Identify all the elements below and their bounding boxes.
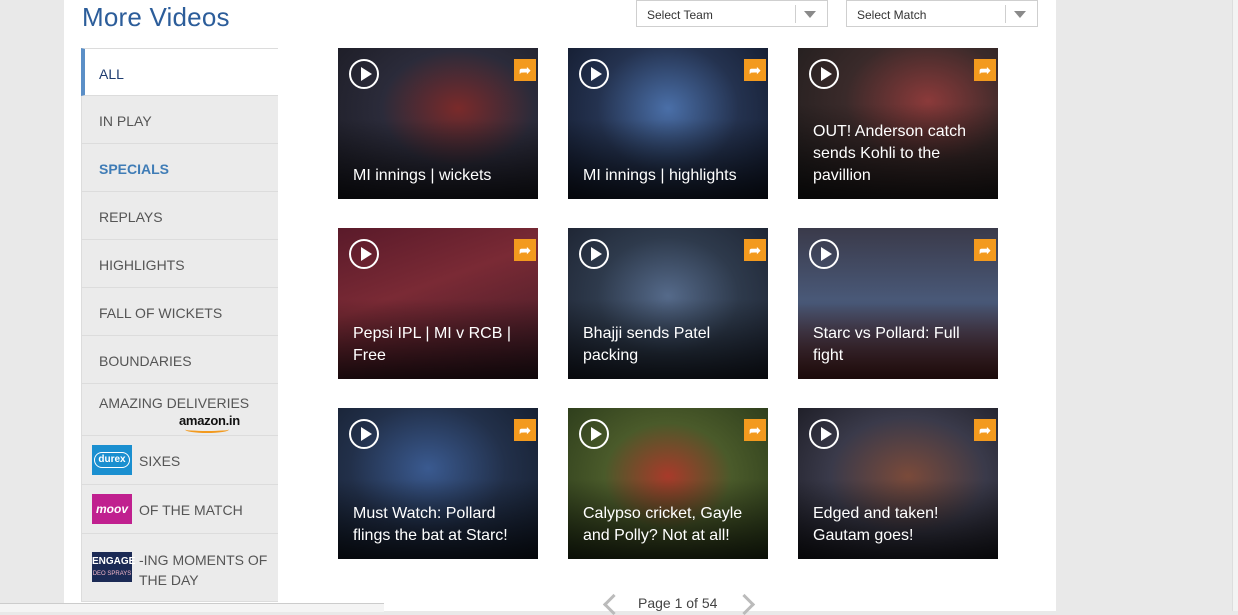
play-icon[interactable] (349, 239, 379, 269)
sidebar-item-label: SIXES (139, 453, 181, 469)
play-icon[interactable] (349, 59, 379, 89)
video-card[interactable]: ➦ Edged and taken! Gautam goes! (798, 408, 998, 559)
select-match-label: Select Match (857, 8, 927, 22)
video-card[interactable]: ➦ Starc vs Pollard: Full fight (798, 228, 998, 379)
page-indicator: Page 1 of 54 (638, 595, 718, 611)
amazon-logo: amazon.in (179, 413, 240, 433)
chevron-down-icon (1014, 11, 1026, 18)
sidebar-item-label: AMAZING DELIVERIES (99, 395, 250, 411)
sidebar-item-label: SPECIALS (99, 161, 170, 177)
sidebar-item-amazing-deliveries[interactable]: AMAZING DELIVERIES amazon.in (81, 384, 278, 436)
video-card[interactable]: ➦ MI innings | highlights (568, 48, 768, 199)
engage-logo-text: ENGAGE (92, 556, 136, 567)
chevron-down-icon (804, 11, 816, 18)
select-team-label: Select Team (647, 8, 713, 22)
sidebar-item-boundaries[interactable]: BOUNDARIES (81, 336, 278, 384)
video-caption: OUT! Anderson catch sends Kohli to the p… (813, 123, 966, 184)
video-caption: Starc vs Pollard: Full fight (813, 325, 960, 364)
amazon-smile-icon (185, 426, 229, 433)
category-sidebar: ALL IN PLAY SPECIALS REPLAYS HIGHLIGHTS … (81, 48, 278, 602)
sidebar-item-sixes[interactable]: durex SIXES (81, 436, 278, 485)
share-icon[interactable]: ➦ (744, 59, 766, 81)
thumbnail-shade (338, 119, 538, 199)
video-caption: Edged and taken! Gautam goes! (813, 505, 939, 544)
sidebar-item-label: IN PLAY (99, 113, 152, 129)
sidebar-item-replays[interactable]: REPLAYS (81, 192, 278, 240)
sidebar-item-label: HIGHLIGHTS (99, 257, 185, 273)
video-caption: MI innings | highlights (583, 167, 737, 184)
play-icon[interactable] (579, 59, 609, 89)
select-match-dropdown[interactable]: Select Match (846, 0, 1038, 27)
chevron-right-icon[interactable] (733, 593, 756, 615)
video-card[interactable]: ➦ Bhajji sends Patel packing (568, 228, 768, 379)
share-icon[interactable]: ➦ (974, 59, 996, 81)
select-team-dropdown[interactable]: Select Team (636, 0, 828, 27)
share-icon[interactable]: ➦ (514, 59, 536, 81)
sidebar-item-of-the-match[interactable]: moov OF THE MATCH (81, 485, 278, 534)
durex-logo: durex (92, 445, 132, 475)
sidebar-item-label: OF THE MATCH (139, 502, 243, 518)
play-icon[interactable] (809, 59, 839, 89)
sidebar-item-fall-of-wickets[interactable]: FALL OF WICKETS (81, 288, 278, 336)
play-icon[interactable] (579, 419, 609, 449)
video-card[interactable]: ➦ OUT! Anderson catch sends Kohli to the… (798, 48, 998, 199)
video-card[interactable]: ➦ Calypso cricket, Gayle and Polly? Not … (568, 408, 768, 559)
thumbnail-shade (568, 119, 768, 199)
video-caption: Must Watch: Pollard flings the bat at St… (353, 505, 508, 544)
share-icon[interactable]: ➦ (974, 239, 996, 261)
share-icon[interactable]: ➦ (744, 239, 766, 261)
sidebar-item-in-play[interactable]: IN PLAY (81, 96, 278, 144)
sidebar-item-label: -ING MOMENTS OF THE DAY (139, 552, 268, 588)
vertical-scrollbar[interactable] (1232, 0, 1238, 611)
share-icon[interactable]: ➦ (974, 419, 996, 441)
sidebar-item-label: ALL (99, 66, 124, 82)
pagination: Page 1 of 54 (602, 591, 762, 615)
video-caption: Calypso cricket, Gayle and Polly? Not at… (583, 505, 743, 544)
sidebar-item-label: BOUNDARIES (99, 353, 192, 369)
sidebar-item-label: FALL OF WICKETS (99, 305, 223, 321)
video-card[interactable]: ➦ MI innings | wickets (338, 48, 538, 199)
page: More Videos Select Team Select Match ALL… (64, 0, 1056, 615)
video-caption: MI innings | wickets (353, 167, 492, 184)
chevron-left-icon[interactable] (602, 593, 625, 615)
dropdown-divider (795, 5, 796, 23)
play-icon[interactable] (809, 239, 839, 269)
play-icon[interactable] (809, 419, 839, 449)
sidebar-item-highlights[interactable]: HIGHLIGHTS (81, 240, 278, 288)
engage-logo: ENGAGE DEO SPRAYS (92, 552, 136, 582)
moov-logo: moov (92, 494, 132, 524)
video-card[interactable]: ➦ Must Watch: Pollard flings the bat at … (338, 408, 538, 559)
play-icon[interactable] (579, 239, 609, 269)
video-caption: Pepsi IPL | MI v RCB | Free (353, 325, 511, 364)
play-icon[interactable] (349, 419, 379, 449)
sidebar-item-moments-of-the-day[interactable]: ENGAGE DEO SPRAYS -ING MOMENTS OF THE DAY (81, 534, 278, 602)
share-icon[interactable]: ➦ (744, 419, 766, 441)
engage-logo-subtext: DEO SPRAYS (92, 571, 132, 577)
page-title: More Videos (82, 2, 230, 32)
share-icon[interactable]: ➦ (514, 419, 536, 441)
video-caption: Bhajji sends Patel packing (583, 325, 711, 364)
sidebar-item-label: REPLAYS (99, 209, 163, 225)
dropdown-divider (1005, 5, 1006, 23)
sidebar-item-all[interactable]: ALL (81, 48, 278, 96)
durex-logo-text: durex (94, 452, 130, 468)
video-card[interactable]: ➦ Pepsi IPL | MI v RCB | Free (338, 228, 538, 379)
share-icon[interactable]: ➦ (514, 239, 536, 261)
sidebar-item-specials[interactable]: SPECIALS (81, 144, 278, 192)
